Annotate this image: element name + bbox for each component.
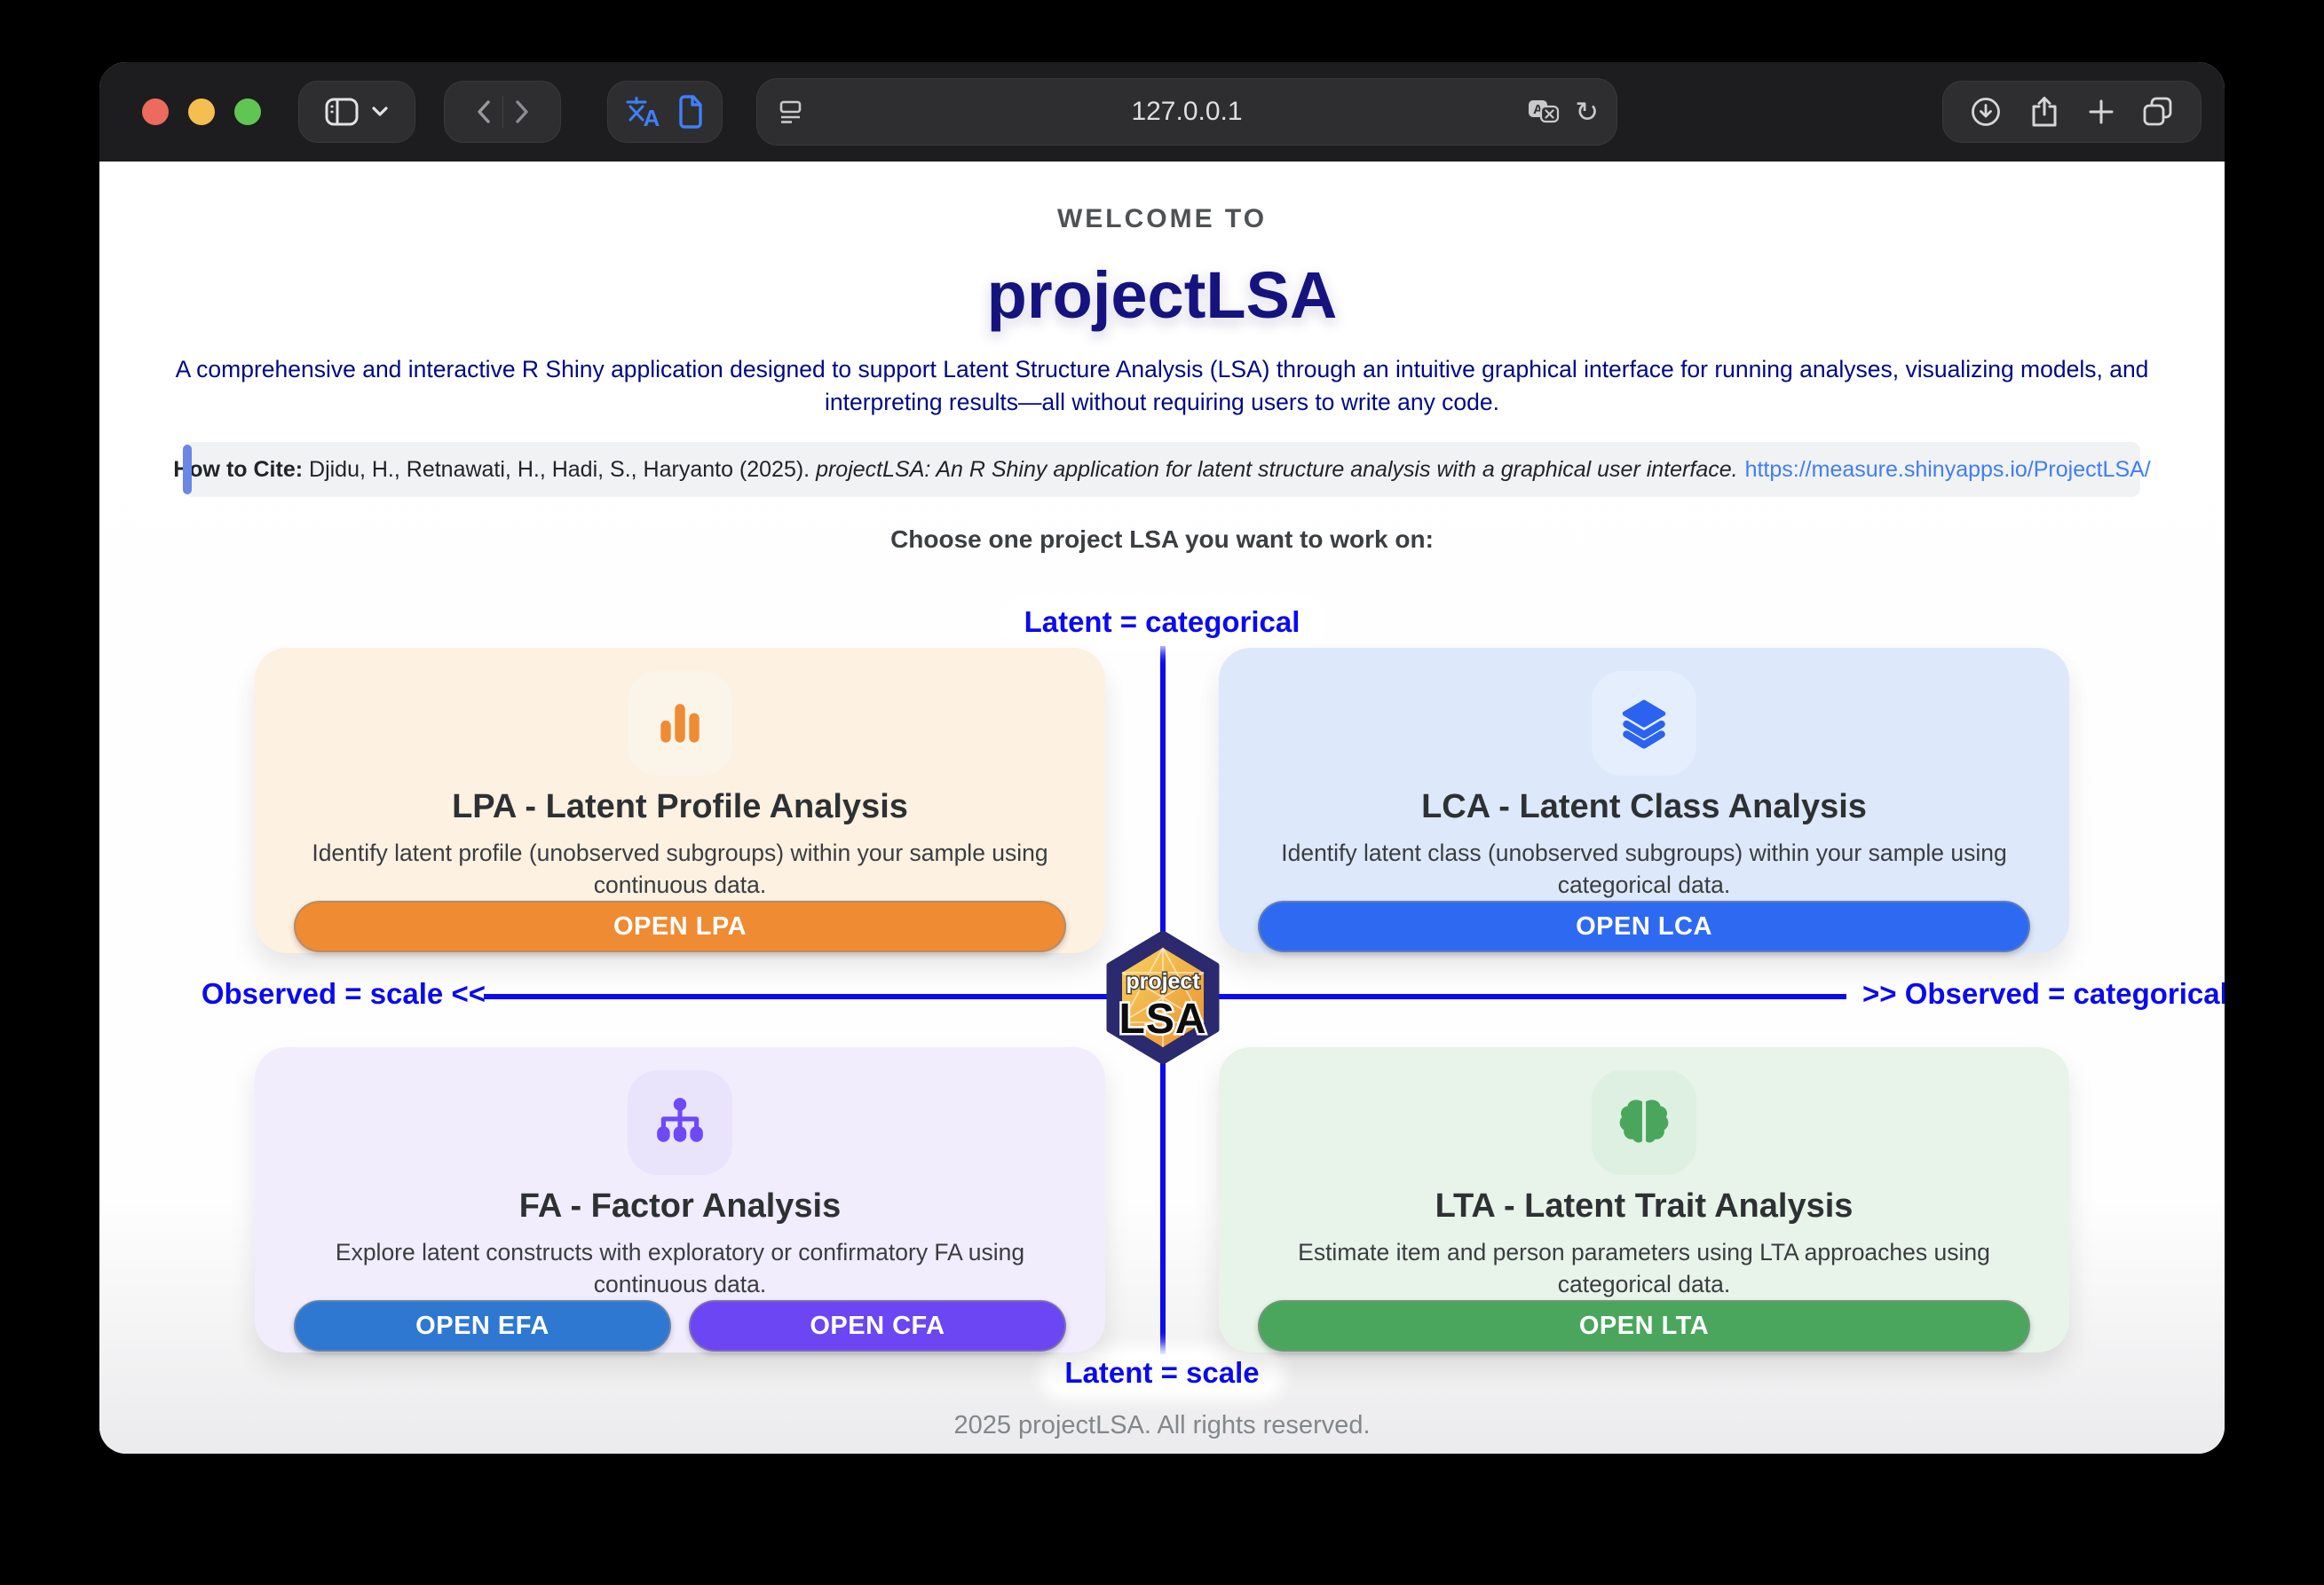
zoom-window-button[interactable] — [234, 99, 261, 125]
reload-icon[interactable]: ↻ — [1575, 98, 1599, 126]
citation-label: How to Cite: — [173, 457, 303, 482]
axis-label-observed-categorical: >> Observed = categorical — [1862, 977, 2225, 1011]
chevron-down-icon — [371, 106, 389, 117]
browser-toolbar: A 127.0.0.1 — [99, 62, 2225, 162]
downloads-icon[interactable] — [1970, 96, 2002, 128]
url-text[interactable]: 127.0.0.1 — [757, 97, 1617, 127]
new-tab-icon[interactable] — [2088, 99, 2115, 125]
welcome-label: WELCOME TO — [99, 204, 2225, 234]
axis-label-latent-categorical: Latent = categorical — [1007, 603, 1318, 641]
page-title: projectLSA — [99, 257, 2225, 333]
logo-text-project: project — [1126, 969, 1200, 994]
traffic-lights — [142, 99, 261, 125]
choose-prompt: Choose one project LSA you want to work … — [99, 525, 2225, 554]
card-description-lpa: Identify latent profile (unobserved subg… — [294, 837, 1066, 901]
address-bar[interactable]: 127.0.0.1 A ↻ — [756, 78, 1617, 146]
citation-link[interactable]: https://measure.shinyapps.io/ProjectLSA/ — [1745, 457, 2151, 482]
window-actions-group — [1942, 81, 2201, 143]
minimize-window-button[interactable] — [188, 99, 215, 125]
footer-copyright: 2025 projectLSA. All rights reserved. — [99, 1411, 2225, 1440]
translate-badge-icon[interactable]: A — [1527, 98, 1561, 126]
open-cfa-button[interactable]: OPEN CFA — [689, 1300, 1066, 1352]
axis-label-latent-scale: Latent = scale — [1047, 1354, 1277, 1392]
tab-overview-icon[interactable] — [2142, 96, 2174, 128]
open-lta-button[interactable]: OPEN LTA — [1258, 1300, 2030, 1352]
card-lca: LCA - Latent Class Analysis Identify lat… — [1219, 648, 2069, 953]
axis-label-observed-scale: Observed = scale << — [179, 977, 486, 1011]
card-title-fa: FA - Factor Analysis — [519, 1187, 842, 1226]
back-icon[interactable] — [476, 99, 492, 124]
card-fa: FA - Factor Analysis Explore latent cons… — [255, 1047, 1105, 1352]
card-title-lca: LCA - Latent Class Analysis — [1421, 788, 1867, 826]
open-lca-button[interactable]: OPEN LCA — [1258, 901, 2030, 952]
sidebar-icon — [325, 98, 359, 126]
open-efa-button[interactable]: OPEN EFA — [294, 1300, 671, 1352]
citation-authors: Djidu, H., Retnawati, H., Hadi, S., Hary… — [303, 457, 816, 482]
card-title-lpa: LPA - Latent Profile Analysis — [452, 788, 908, 826]
card-title-lta: LTA - Latent Trait Analysis — [1435, 1187, 1854, 1226]
brain-icon — [1592, 1070, 1696, 1175]
svg-text:A: A — [644, 105, 660, 128]
citation-work-title: projectLSA: An R Shiny application for l… — [816, 457, 1738, 482]
open-lpa-button[interactable]: OPEN LPA — [294, 901, 1066, 952]
sidebar-toggle-group[interactable] — [298, 81, 415, 143]
translate-icon[interactable]: A — [626, 96, 661, 128]
logo-text-lsa: LSA — [1119, 996, 1207, 1043]
bar-chart-icon — [628, 671, 732, 776]
app-description: A comprehensive and interactive R Shiny … — [137, 353, 2187, 419]
citation-box: How to Cite: Djidu, H., Retnawati, H., H… — [184, 442, 2140, 497]
card-description-fa: Explore latent constructs with explorato… — [294, 1236, 1066, 1300]
nav-divider — [502, 96, 503, 128]
close-window-button[interactable] — [142, 99, 169, 125]
page-tools-group: A — [607, 81, 723, 143]
page-content: WELCOME TO projectLSA A comprehensive an… — [99, 162, 2225, 1454]
card-description-lca: Identify latent class (unobserved subgro… — [1258, 837, 2030, 901]
history-nav-group — [444, 81, 561, 143]
card-lta: LTA - Latent Trait Analysis Estimate ite… — [1219, 1047, 2069, 1352]
reader-document-icon[interactable] — [677, 95, 704, 129]
browser-window: A 127.0.0.1 — [99, 62, 2225, 1454]
layers-icon — [1592, 671, 1696, 776]
hierarchy-icon — [628, 1070, 732, 1175]
share-icon[interactable] — [2029, 95, 2059, 129]
forward-icon[interactable] — [514, 99, 530, 124]
citation-accent-bar — [183, 445, 192, 494]
project-lsa-logo: project LSA — [1104, 930, 1221, 1065]
card-description-lta: Estimate item and person parameters usin… — [1258, 1236, 2030, 1300]
card-lpa: LPA - Latent Profile Analysis Identify l… — [255, 648, 1105, 953]
